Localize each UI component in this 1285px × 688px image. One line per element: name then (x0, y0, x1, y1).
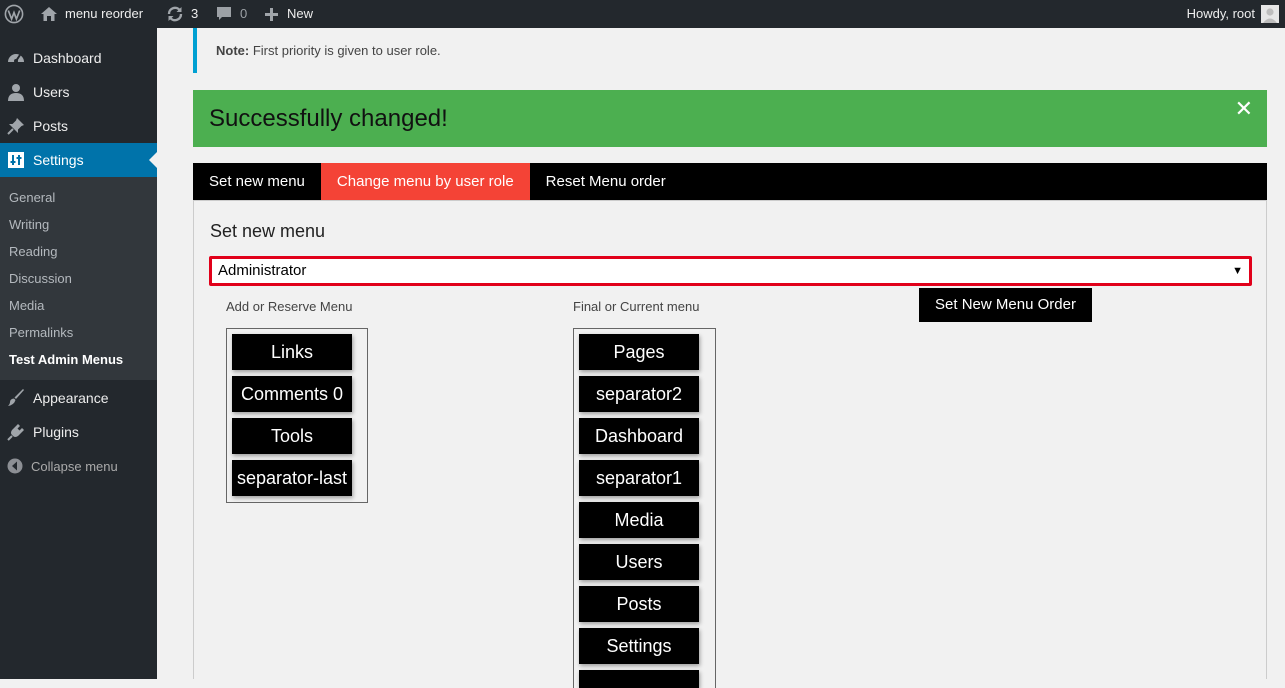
site-name: menu reorder (65, 6, 144, 21)
dashboard-icon (6, 48, 26, 68)
my-account-link[interactable]: Howdy, root (1187, 0, 1279, 28)
close-icon[interactable]: ✕ (1235, 90, 1253, 128)
admin-bar: menu reorder 3 0 New Howdy, root (0, 0, 1285, 28)
tab-change-menu-by-user-role[interactable]: Change menu by user role (320, 163, 530, 200)
tab-reset-menu-order[interactable]: Reset Menu order (530, 163, 682, 200)
admin-sidebar: Dashboard Users Posts Settings General W… (0, 28, 157, 679)
current-menu-list: Pages separator2 Dashboard separator1 Me… (573, 328, 716, 688)
refresh-icon (166, 5, 191, 23)
updates-count: 3 (191, 6, 199, 21)
paintbrush-icon (6, 388, 26, 408)
role-selected-value: Administrator (218, 262, 307, 279)
menu-tile[interactable]: separator2 (579, 376, 699, 412)
submenu-item-test-admin-menus[interactable]: Test Admin Menus (9, 346, 123, 373)
menu-tile[interactable]: Pages (579, 334, 699, 370)
menu-label: Posts (33, 118, 69, 134)
collapse-menu-button[interactable]: Collapse menu (0, 451, 118, 481)
menu-item-posts[interactable]: Posts (0, 109, 157, 143)
menu-item-dashboard[interactable]: Dashboard (0, 41, 157, 75)
menu-tile[interactable]: Users (579, 544, 699, 580)
menu-tile[interactable]: Posts (579, 586, 699, 622)
menu-tile[interactable]: separator-last (232, 460, 352, 496)
submenu-item-permalinks[interactable]: Permalinks (9, 319, 73, 346)
menu-tile[interactable]: Dashboard (579, 418, 699, 454)
info-notice: Note: First priority is given to user ro… (193, 28, 1267, 73)
reserve-menu-list: Links Comments 0 Tools separator-last (226, 328, 368, 503)
reserve-menu-label: Add or Reserve Menu (226, 299, 353, 314)
tab-bar: Set new menu Change menu by user role Re… (193, 163, 1267, 200)
submenu-item-writing[interactable]: Writing (9, 211, 49, 238)
tab-set-new-menu[interactable]: Set new menu (193, 163, 321, 200)
submenu-item-reading[interactable]: Reading (9, 238, 57, 265)
comment-bubble-icon (216, 6, 240, 22)
plus-icon (265, 7, 287, 21)
success-alert: Successfully changed! ✕ (193, 90, 1267, 147)
panel-title: Set new menu (210, 221, 326, 241)
submenu-item-media[interactable]: Media (9, 292, 44, 319)
updates-link[interactable]: 3 (166, 0, 198, 28)
settings-icon (6, 150, 26, 170)
plugin-icon (6, 422, 26, 442)
howdy-text: Howdy, root (1186, 6, 1255, 21)
menu-item-users[interactable]: Users (0, 75, 157, 109)
comments-count: 0 (240, 6, 248, 21)
wordpress-logo-icon[interactable] (0, 0, 28, 28)
new-content-link[interactable]: New (265, 0, 313, 28)
set-new-menu-panel: Set new menu Administrator ▼ Add or Rese… (193, 200, 1267, 688)
menu-label: Appearance (33, 390, 109, 406)
collapse-label: Collapse menu (31, 458, 118, 474)
current-menu-label: Final or Current menu (573, 299, 700, 314)
menu-item-plugins[interactable]: Plugins (0, 415, 157, 449)
menu-label: Plugins (33, 424, 79, 440)
success-message: Successfully changed! (209, 105, 448, 132)
settings-submenu: General Writing Reading Discussion Media… (0, 177, 157, 380)
menu-tile[interactable]: Comments 0 (232, 376, 352, 412)
menu-item-settings[interactable]: Settings (0, 143, 157, 177)
users-icon (6, 82, 26, 102)
comments-link[interactable]: 0 (216, 0, 247, 28)
menu-tile[interactable]: Media (579, 502, 699, 538)
menu-label: Settings (33, 152, 84, 168)
menu-tile[interactable]: Tools (232, 418, 352, 454)
menu-tile[interactable]: separator1 (579, 460, 699, 496)
user-role-select[interactable]: Administrator ▼ (209, 256, 1252, 286)
notice-strong: Note: (216, 43, 250, 58)
home-icon (40, 6, 65, 22)
submenu-item-general[interactable]: General (9, 184, 55, 211)
site-name-link[interactable]: menu reorder (40, 0, 143, 28)
pushpin-icon (6, 116, 26, 136)
set-new-menu-order-button[interactable]: Set New Menu Order (919, 288, 1092, 322)
avatar (1261, 5, 1279, 23)
dropdown-arrow-icon: ▼ (1232, 265, 1243, 277)
menu-tile[interactable]: Links (232, 334, 352, 370)
notice-text: First priority is given to user role. (249, 43, 441, 58)
collapse-arrow-icon (6, 457, 24, 475)
menu-label: Dashboard (33, 50, 102, 66)
menu-item-appearance[interactable]: Appearance (0, 381, 157, 415)
new-label: New (287, 6, 314, 21)
menu-tile-partial[interactable] (579, 670, 699, 688)
menu-tile[interactable]: Settings (579, 628, 699, 664)
menu-label: Users (33, 84, 70, 100)
submenu-item-discussion[interactable]: Discussion (9, 265, 72, 292)
